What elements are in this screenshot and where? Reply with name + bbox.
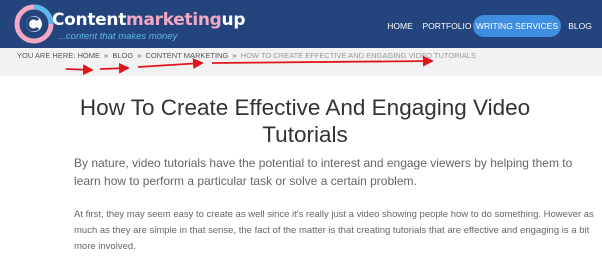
article-paragraph: At first, they may seem easy to create a… bbox=[74, 209, 594, 252]
nav-item-home[interactable]: HOME bbox=[385, 15, 415, 37]
annotation-arrow bbox=[99, 62, 130, 74]
annotation-arrow bbox=[137, 58, 204, 69]
logo-c-icon bbox=[14, 4, 54, 44]
nav-item-blog[interactable]: BLOG bbox=[568, 15, 592, 37]
article-title: How To Create Effective And Engaging Vid… bbox=[79, 95, 531, 147]
nav-item-writing-services[interactable]: WRITING SERVICES bbox=[473, 15, 561, 37]
site-header: Contentmarketingup ...content that makes… bbox=[0, 0, 602, 48]
site-logo[interactable]: Contentmarketingup ...content that makes… bbox=[14, 4, 254, 44]
annotation-arrow bbox=[65, 64, 94, 76]
logo-wordmark: Contentmarketingup bbox=[52, 10, 246, 30]
annotation-arrows bbox=[65, 55, 434, 76]
logo-tagline: ...content that makes money bbox=[58, 31, 178, 42]
article-lead: By nature, video tutorials have the pote… bbox=[74, 156, 573, 188]
annotation-arrow bbox=[211, 55, 434, 67]
nav-item-portfolio[interactable]: PORTFOLIO bbox=[422, 15, 472, 37]
